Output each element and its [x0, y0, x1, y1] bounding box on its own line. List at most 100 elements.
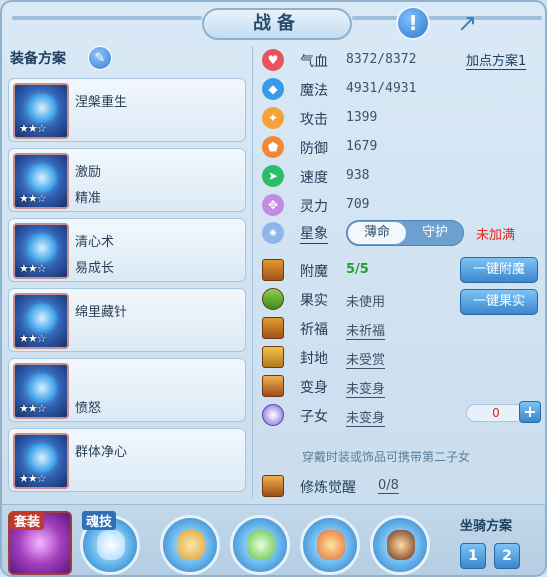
- toggle-option-inactive[interactable]: 守护: [407, 222, 463, 244]
- heart-icon: ♥: [262, 49, 284, 71]
- fief-row: 封地 未受赏: [260, 343, 542, 372]
- plan-item[interactable]: ★★☆ 群体净心: [8, 428, 246, 492]
- plan-skill-name: 激励: [75, 165, 102, 180]
- star-rating: ★★☆: [19, 192, 47, 205]
- window-title: 战备: [202, 8, 352, 40]
- skill-icon: ★★☆: [13, 153, 69, 209]
- stat-label: 气血: [300, 54, 328, 70]
- skill-slot-4[interactable]: [370, 515, 430, 575]
- stat-value: 4931/4931: [346, 81, 417, 96]
- blessing-label: 祈福: [300, 322, 328, 338]
- child-icon: [262, 404, 284, 426]
- plan-item[interactable]: ★★☆ 清心术 易成长: [8, 218, 246, 282]
- blessing-icon: [262, 317, 284, 339]
- exclamation-icon: !: [408, 11, 418, 35]
- stat-value: 709: [346, 197, 370, 212]
- alert-button[interactable]: !: [396, 6, 430, 40]
- shield-icon: ⬟: [262, 136, 284, 158]
- fief-icon: [262, 346, 284, 368]
- title-ornament-left: [12, 16, 202, 20]
- cultivation-label: 修炼觉醒: [300, 480, 356, 496]
- mount-scheme-title: 坐骑方案: [460, 519, 513, 534]
- skill-slot-1[interactable]: [160, 515, 220, 575]
- share-button[interactable]: ↗: [450, 8, 484, 38]
- skill-icon: ★★☆: [13, 83, 69, 139]
- stat-row-mp: ◆ 魔法 4931/4931: [260, 75, 540, 104]
- plan-skill-name: 绵里藏针: [75, 305, 128, 320]
- plan-item[interactable]: ★★☆ 涅槃重生: [8, 78, 246, 142]
- enchant-value: 5/5: [346, 262, 369, 277]
- soul-skill-label: 魂技: [82, 511, 117, 530]
- child-label: 子女: [300, 409, 328, 425]
- one-click-fruit-button[interactable]: 一键果实: [460, 289, 538, 315]
- stat-value: 8372/8372: [346, 52, 417, 67]
- transform-icon: [262, 375, 284, 397]
- star-rating: ★★☆: [19, 332, 47, 345]
- star-rating: ★★☆: [19, 122, 47, 135]
- cultivation-row: 修炼觉醒 0/8: [260, 472, 460, 500]
- one-click-enchant-button[interactable]: 一键附魔: [460, 257, 538, 283]
- bottom-bar: 套装 魂技 坐骑方案 1 2: [2, 504, 545, 575]
- star-sign-label[interactable]: 星象: [300, 223, 328, 244]
- blessing-value[interactable]: 未祈福: [346, 320, 386, 340]
- child-count-input[interactable]: 0: [466, 404, 526, 422]
- stat-value: 938: [346, 168, 370, 183]
- stats-panel: ♥ 气血 8372/8372 加点方案1 ◆ 魔法 4931/4931 ✦ 攻击…: [260, 46, 540, 220]
- add-child-button[interactable]: +: [519, 401, 541, 423]
- add-point-scheme-link[interactable]: 加点方案1: [466, 50, 527, 70]
- skill-slot-3[interactable]: [300, 515, 360, 575]
- plus-icon: +: [523, 402, 537, 421]
- mount-scheme-1-button[interactable]: 1: [460, 543, 486, 569]
- fief-value[interactable]: 未受赏: [346, 349, 386, 369]
- star-sign-row: ✷ 星象 薄命 守护 未加满: [260, 219, 540, 247]
- stat-label: 魔法: [300, 83, 328, 99]
- share-icon: ↗: [456, 9, 478, 37]
- suit-label: 套装: [10, 511, 45, 530]
- child-value[interactable]: 未变身: [346, 407, 386, 427]
- plan-item[interactable]: ★★☆ 激励 精准: [8, 148, 246, 212]
- enchant-label: 附魔: [300, 264, 328, 280]
- transform-label: 变身: [300, 380, 328, 396]
- diamond-icon: ◆: [262, 78, 284, 100]
- skill-icon: ★★☆: [13, 223, 69, 279]
- skill-icon: ★★☆: [13, 363, 69, 419]
- toggle-option-active[interactable]: 薄命: [348, 222, 406, 244]
- enchant-icon: [262, 259, 284, 281]
- stat-row-spirit: ✥ 灵力 709: [260, 191, 540, 220]
- edit-plan-button[interactable]: ✎: [88, 46, 112, 70]
- enchant-row: 附魔 5/5 一键附魔: [260, 256, 542, 285]
- star-sign-icon: ✷: [262, 222, 284, 244]
- transform-row: 变身 未变身: [260, 372, 542, 401]
- stat-value: 1399: [346, 110, 378, 125]
- mount-scheme-2-button[interactable]: 2: [494, 543, 520, 569]
- cultivation-value[interactable]: 0/8: [378, 478, 399, 494]
- star-sign-status: 未加满: [476, 228, 516, 243]
- plan-skill-name: 精准: [75, 191, 102, 206]
- stat-label: 攻击: [300, 112, 328, 128]
- plan-item[interactable]: ★★☆ 愤怒: [8, 358, 246, 422]
- blessing-row: 祈福 未祈福: [260, 314, 542, 343]
- stat-value: 1679: [346, 139, 378, 154]
- plan-item[interactable]: ★★☆ 绵里藏针: [8, 288, 246, 352]
- plan-skill-name: 群体净心: [75, 445, 128, 460]
- plan-list: ★★☆ 涅槃重生 ★★☆ 激励 精准 ★★☆ 清心术 易成长 ★★☆ 绵里藏针 …: [8, 78, 246, 498]
- fruit-icon: [262, 288, 284, 310]
- spirit-icon: ✥: [262, 194, 284, 216]
- skill-icon: ★★☆: [13, 293, 69, 349]
- stat-row-hp: ♥ 气血 8372/8372 加点方案1: [260, 46, 540, 75]
- extra-attributes: 附魔 5/5 一键附魔 果实 未使用 一键果实 祈福 未祈福 封地 未受赏 变身…: [260, 256, 542, 430]
- stat-row-attack: ✦ 攻击 1399: [260, 104, 540, 133]
- plan-skill-name: 愤怒: [75, 401, 102, 416]
- speed-icon: ➤: [262, 165, 284, 187]
- stat-label: 速度: [300, 170, 328, 186]
- star-rating: ★★☆: [19, 262, 47, 275]
- fruit-value: 未使用: [346, 295, 386, 310]
- plan-skill-name: 易成长: [75, 261, 115, 276]
- column-divider: [252, 46, 253, 498]
- star-sign-toggle[interactable]: 薄命 守护: [346, 220, 464, 246]
- transform-value[interactable]: 未变身: [346, 378, 386, 398]
- title-ornament-right: [352, 16, 542, 20]
- skill-slot-2[interactable]: [230, 515, 290, 575]
- child-row: 子女 未变身 0 +: [260, 401, 542, 430]
- equipment-plan-title: 装备方案: [10, 51, 66, 67]
